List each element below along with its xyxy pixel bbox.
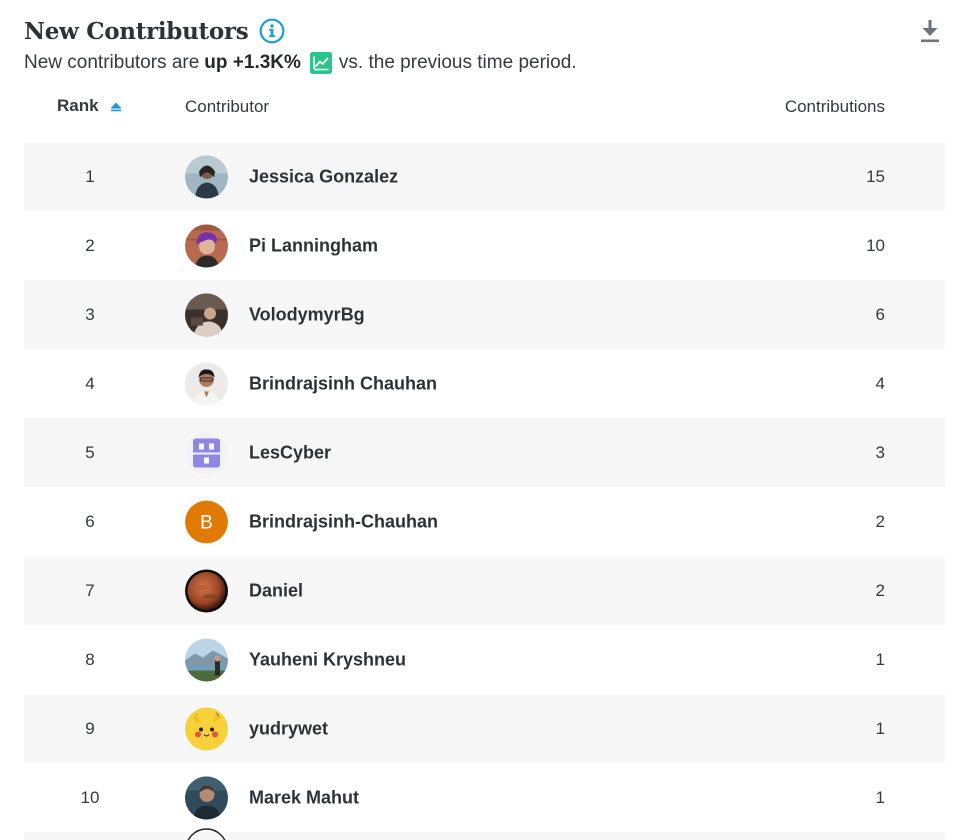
column-header-rank[interactable]: Rank <box>57 96 122 116</box>
avatar[interactable] <box>185 293 228 336</box>
contributor-name[interactable]: Brindrajsinh Chauhan <box>249 373 437 394</box>
rank-cell: 4 <box>85 373 95 393</box>
column-header-contributor[interactable]: Contributor <box>185 97 269 117</box>
contributor-name[interactable]: Yauheni Kryshneu <box>249 649 406 670</box>
contributions-cell: 4 <box>875 373 885 393</box>
rank-cell: 3 <box>85 304 95 324</box>
column-header-contributions[interactable]: Contributions <box>785 97 885 117</box>
avatar[interactable] <box>185 638 228 681</box>
trend-summary: New contributors are up +1.3K% vs. the p… <box>24 52 950 74</box>
contributor-name[interactable]: Daniel <box>249 580 303 601</box>
table-row[interactable]: 3 VolodymyrBg 6 <box>24 280 945 349</box>
contributions-cell: 1 <box>875 649 885 669</box>
new-contributors-widget: New Contributors New contributors are up… <box>0 0 980 840</box>
table-row[interactable]: 2 Pi Lanningham 10 <box>24 211 945 280</box>
avatar[interactable] <box>185 224 228 267</box>
summary-suffix: vs. the previous time period. <box>338 52 577 73</box>
rank-cell: 9 <box>85 718 95 738</box>
contributor-name[interactable]: Pi Lanningham <box>249 235 378 256</box>
table-row[interactable]: 5 LesCyber 3 <box>24 418 945 487</box>
avatar[interactable] <box>185 569 228 612</box>
info-icon[interactable] <box>259 18 285 44</box>
rank-cell: 1 <box>85 166 95 186</box>
rank-cell: 6 <box>85 511 95 531</box>
widget-title: New Contributors <box>24 17 249 45</box>
rank-cell: 2 <box>85 235 95 255</box>
contributors-table-body: 1 Jessica Gonzalez 15 2 Pi Lanningham 10… <box>24 142 945 840</box>
avatar[interactable] <box>185 155 228 198</box>
contributor-name[interactable]: Jessica Gonzalez <box>249 166 398 187</box>
summary-prefix: New contributors are <box>24 52 200 73</box>
column-header-rank-label: Rank <box>57 96 99 115</box>
rank-cell: 10 <box>80 787 100 807</box>
contributor-name[interactable]: Marek Mahut <box>249 787 359 808</box>
contributor-name[interactable]: yudrywet <box>249 718 328 739</box>
sort-ascending-icon[interactable] <box>110 100 122 112</box>
table-row[interactable]: 7 Daniel 2 <box>24 556 945 625</box>
rank-cell: 7 <box>85 580 95 600</box>
avatar-initial: B <box>200 512 213 533</box>
table-row[interactable]: 6 B Brindrajsinh-Chauhan 2 <box>24 487 945 556</box>
avatar[interactable] <box>185 431 228 474</box>
download-icon[interactable] <box>918 18 942 44</box>
contributions-cell: 3 <box>875 442 885 462</box>
contributions-cell: 10 <box>866 235 885 255</box>
table-row-partial <box>24 828 945 840</box>
contributions-cell: 2 <box>875 511 885 531</box>
contributor-name[interactable]: LesCyber <box>249 442 331 463</box>
contributions-cell: 1 <box>875 787 885 807</box>
contributions-cell: 15 <box>866 166 885 186</box>
avatar[interactable] <box>185 362 228 405</box>
contributor-name[interactable]: Brindrajsinh-Chauhan <box>249 511 438 532</box>
avatar[interactable] <box>185 707 228 750</box>
table-row[interactable]: 9 yudrywet 1 <box>24 694 945 763</box>
rank-cell: 5 <box>85 442 95 462</box>
contributions-cell: 6 <box>875 304 885 324</box>
contributions-cell: 2 <box>875 580 885 600</box>
avatar <box>185 828 228 840</box>
summary-change: up +1.3K% <box>204 52 301 73</box>
table-header: Rank Contributor Contributions <box>24 96 945 124</box>
avatar[interactable] <box>185 776 228 819</box>
table-row[interactable]: 4 Brindrajsinh Chauhan 4 <box>24 349 945 418</box>
table-row[interactable]: 1 Jessica Gonzalez 15 <box>24 142 945 211</box>
avatar[interactable]: B <box>185 500 228 543</box>
contributor-name[interactable]: VolodymyrBg <box>249 304 365 325</box>
rank-cell: 8 <box>85 649 95 669</box>
widget-header: New Contributors New contributors are up… <box>24 14 950 74</box>
contributions-cell: 1 <box>875 718 885 738</box>
table-row[interactable]: 10 Marek Mahut 1 <box>24 763 945 832</box>
table-row[interactable]: 8 Yauheni Kryshneu 1 <box>24 625 945 694</box>
title-row: New Contributors <box>24 14 950 48</box>
trend-up-icon <box>309 52 332 74</box>
